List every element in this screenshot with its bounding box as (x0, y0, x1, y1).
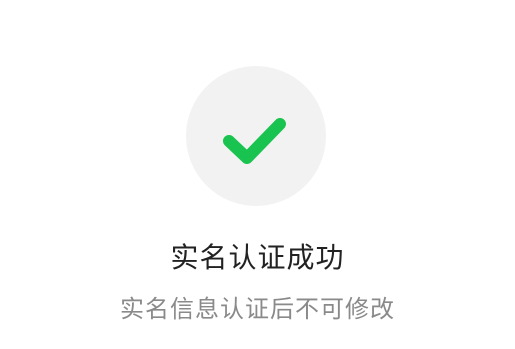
check-icon (223, 118, 286, 164)
verification-success-screen: 实名认证成功 实名信息认证后不可修改 (0, 0, 515, 349)
success-badge (186, 66, 326, 206)
success-subtitle: 实名信息认证后不可修改 (120, 295, 395, 323)
success-title: 实名认证成功 (170, 241, 345, 274)
